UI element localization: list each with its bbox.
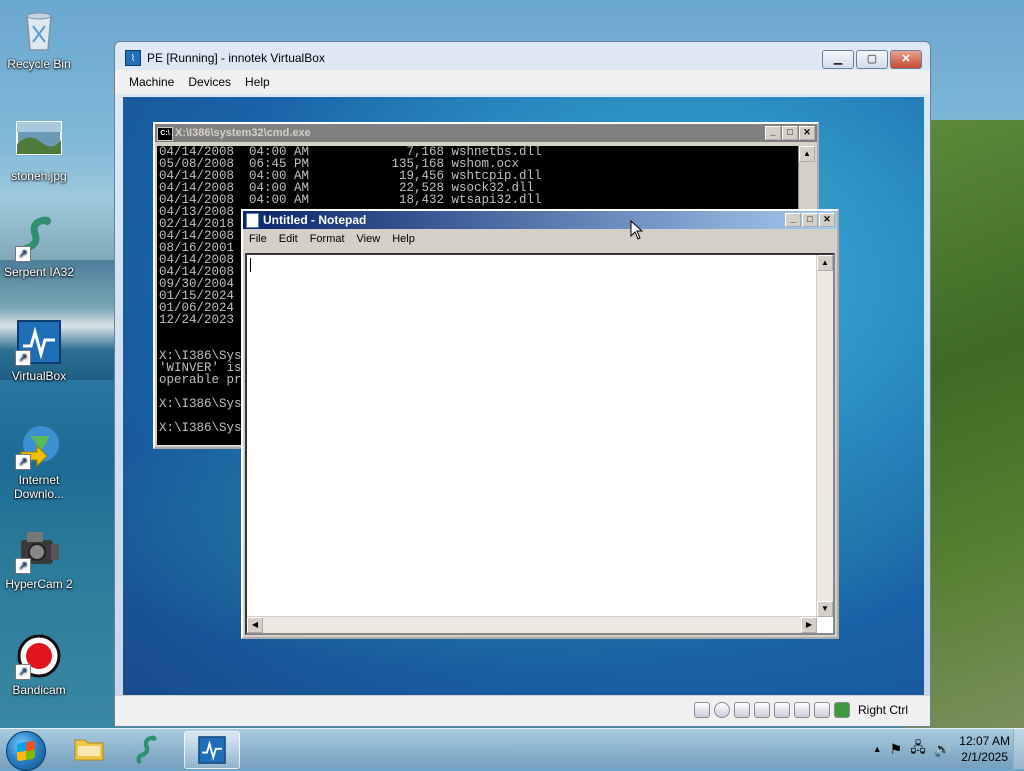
network-tray-icon[interactable]: 🖧 [910,737,926,761]
maximize-button[interactable]: ▢ [856,50,888,69]
desktop-icon-hypercam[interactable]: ↗ HyperCam 2 [0,526,78,591]
network-icon[interactable] [753,702,770,718]
notepad-title-bar: Untitled - Notepad _ □ ✕ [243,211,837,229]
clock-date: 2/1/2025 [961,750,1008,764]
menu-machine[interactable]: Machine [129,75,174,89]
minimize-button[interactable]: ▁ [822,50,854,69]
window-controls: ▁ ▢ ✕ [822,50,922,69]
shortcut-arrow-icon: ↗ [15,454,31,470]
volume-icon[interactable]: 🔊 [934,741,951,758]
host-key-label: Right Ctrl [857,703,908,717]
taskbar-explorer[interactable] [62,731,116,767]
menu-devices[interactable]: Devices [188,75,231,89]
notepad-menu-help[interactable]: Help [392,233,415,245]
shortcut-arrow-icon: ↗ [15,350,31,366]
guest-display[interactable]: C:\ X:\I386\system32\cmd.exe _ □ ✕ 04/14… [123,97,924,698]
scroll-right-arrow-icon[interactable]: ▶ [801,617,817,633]
notepad-maximize-button[interactable]: □ [802,213,818,227]
notepad-minimize-button[interactable]: _ [785,213,801,227]
menu-help[interactable]: Help [245,75,270,89]
cmd-icon: C:\ [157,127,173,141]
mouse-pointer-icon [630,220,644,240]
camera-icon: ↗ [15,526,63,574]
cmd-title: X:\I386\system32\cmd.exe [175,127,311,139]
cmd-window-controls: _ □ ✕ [765,126,815,140]
notepad-title: Untitled - Notepad [263,213,367,227]
virtualbox-window[interactable]: ⌇ PE [Running] - innotek VirtualBox ▁ ▢ … [114,41,931,727]
window-title: PE [Running] - innotek VirtualBox [147,51,325,65]
virtualbox-icon [198,736,226,764]
notepad-menu-format[interactable]: Format [310,233,345,245]
system-tray: ▲ ⚑ 🖧 🔊 12:07 AM 2/1/2025 [873,733,1010,765]
close-button[interactable]: ✕ [890,50,922,69]
notepad-window-controls: _ □ ✕ [785,213,835,227]
globe-download-icon: ↗ [15,422,63,470]
desktop-icon-label: Bandicam [12,683,66,697]
image-file-icon [15,118,63,166]
show-desktop-button[interactable] [1013,729,1024,769]
notepad-vertical-scrollbar[interactable]: ▲ ▼ [816,255,833,617]
start-button[interactable] [6,731,46,771]
notepad-menu-view[interactable]: View [357,233,381,245]
notepad-horizontal-scrollbar[interactable]: ◀ ▶ [247,616,817,633]
taskbar: ▲ ⚑ 🖧 🔊 12:07 AM 2/1/2025 [0,728,1024,771]
notepad-menubar: File Edit Format View Help [243,229,837,249]
scroll-down-arrow-icon[interactable]: ▼ [817,601,833,617]
desktop-icon-virtualbox[interactable]: ↗ VirtualBox [0,318,78,383]
host-key-arrow-icon[interactable] [833,702,850,718]
desktop-icon-label: Recycle Bin [7,57,71,71]
virtualbox-title-bar: ⌇ PE [Running] - innotek VirtualBox [125,50,325,66]
desktop-icon-label: stoneh.jpg [11,169,67,183]
desktop-icon-label: Internet Downlo... [13,473,65,501]
text-caret [250,258,251,272]
clock[interactable]: 12:07 AM 2/1/2025 [959,733,1010,765]
serpent-icon: ↗ [15,214,63,262]
record-icon: ↗ [15,632,63,680]
usb-icon[interactable] [773,702,790,718]
scroll-left-arrow-icon[interactable]: ◀ [247,617,263,633]
shortcut-arrow-icon: ↗ [15,246,31,262]
taskbar-virtualbox[interactable] [184,731,240,769]
virtualbox-logo-icon: ⌇ [125,50,141,66]
cmd-maximize-button[interactable]: □ [782,126,798,140]
scroll-up-arrow-icon[interactable]: ▲ [817,255,833,271]
recycle-bin-icon [15,6,63,54]
taskbar-serpent[interactable] [122,731,176,767]
serpent-icon [136,735,157,764]
virtualbox-statusbar: Right Ctrl [115,695,930,726]
scroll-up-arrow-icon[interactable]: ▲ [799,146,815,162]
notepad-close-button[interactable]: ✕ [819,213,835,227]
desktop-icon-stoneh[interactable]: stoneh.jpg [0,118,78,183]
windows-logo-icon [17,740,35,762]
mouse-integration-icon[interactable] [813,702,830,718]
cmd-title-bar: C:\ X:\I386\system32\cmd.exe _ □ ✕ [155,124,817,142]
virtualbox-menubar: Machine Devices Help [115,70,930,94]
desktop-icon-serpent[interactable]: ↗ Serpent IA32 [0,214,78,279]
desktop-icon-recycle-bin[interactable]: Recycle Bin [0,6,78,71]
cmd-minimize-button[interactable]: _ [765,126,781,140]
shortcut-arrow-icon: ↗ [15,664,31,680]
desktop-icon-label: VirtualBox [11,369,67,383]
notepad-menu-edit[interactable]: Edit [279,233,298,245]
cd-rom-icon[interactable] [713,702,730,718]
shared-folder-icon[interactable] [793,702,810,718]
clock-time: 12:07 AM [959,734,1010,748]
desktop-icon-label: Serpent IA32 [3,265,75,279]
shortcut-arrow-icon: ↗ [15,558,31,574]
action-center-flag-icon[interactable]: ⚑ [890,741,903,758]
desktop-icon-label: HyperCam 2 [5,577,73,591]
desktop-icon-bandicam[interactable]: ↗ Bandicam [0,632,78,697]
virtualbox-icon: ↗ [15,318,63,366]
folder-icon [74,739,104,761]
cmd-close-button[interactable]: ✕ [799,126,815,140]
notepad-text-area[interactable]: ▲ ▼ ◀ ▶ [245,253,835,635]
show-hidden-icons-chevron-icon[interactable]: ▲ [873,744,882,754]
desktop-icon-internet-download[interactable]: ↗ Internet Downlo... [0,422,78,501]
floppy-icon[interactable] [733,702,750,718]
hard-disk-icon[interactable] [693,702,710,718]
notepad-window[interactable]: Untitled - Notepad _ □ ✕ File Edit Forma… [241,209,839,639]
notepad-icon [246,213,259,228]
cmd-line: 04/14/2008 04:00 AM 18,432 wtsapi32.dll [159,193,542,207]
notepad-menu-file[interactable]: File [249,233,267,245]
